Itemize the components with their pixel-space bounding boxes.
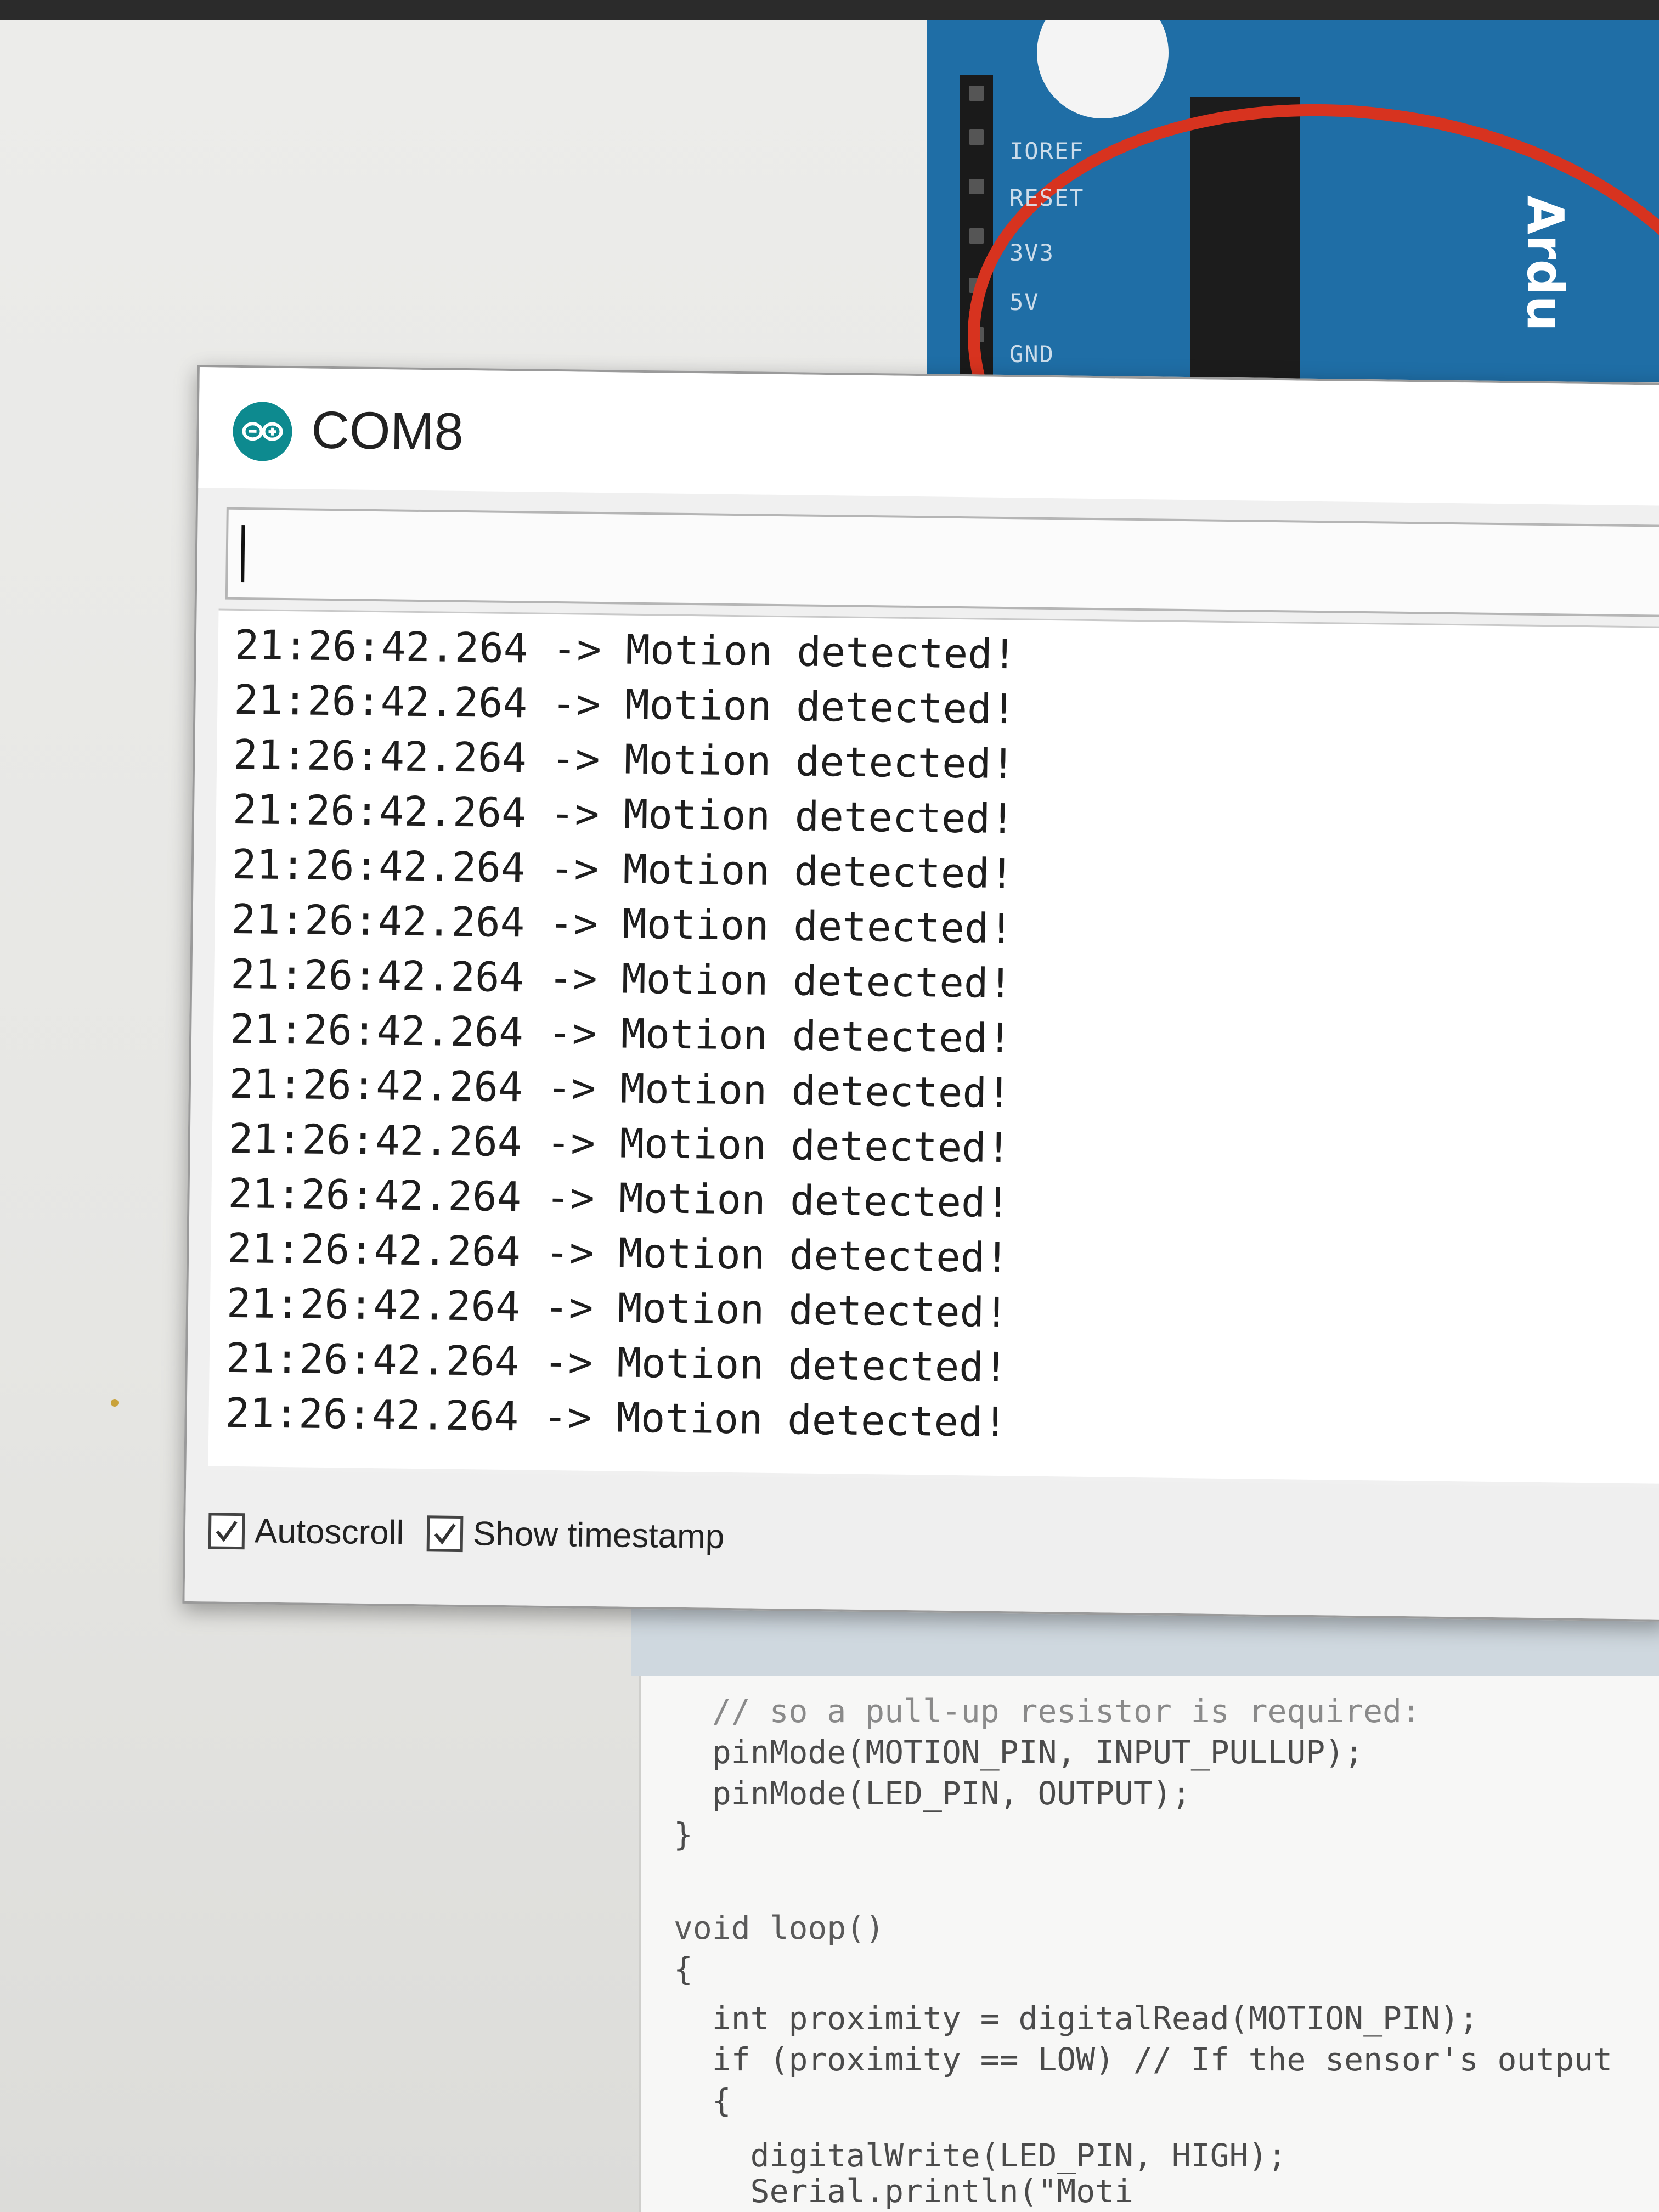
code-line: int proximity = digitalRead(MOTION_PIN);	[674, 2000, 1479, 2037]
monitor-bezel	[0, 0, 1659, 20]
serial-output-line: 21:26:42.264 -> Motion detected!	[234, 621, 1017, 679]
serial-output-line: 21:26:42.264 -> Motion detected!	[234, 676, 1017, 733]
capacitor-graphic	[1037, 20, 1169, 119]
autoscroll-label: Autoscroll	[254, 1512, 404, 1552]
checkmark-icon	[434, 1523, 456, 1545]
stray-dot	[111, 1399, 119, 1407]
code-editor[interactable]: // so a pull-up resistor is required: pi…	[639, 1676, 1659, 2212]
header-pin	[969, 129, 984, 145]
code-line: pinMode(LED_PIN, OUTPUT);	[674, 1775, 1191, 1812]
pin-label-5v: 5V	[1009, 289, 1040, 315]
show-timestamp-checkbox[interactable]	[426, 1515, 464, 1552]
code-line: }	[674, 1816, 693, 1853]
serial-output-line: 21:26:42.264 -> Motion detected!	[228, 1170, 1011, 1227]
code-line: Serial.println("Moti	[674, 2172, 1134, 2210]
header-pin	[969, 179, 984, 194]
autoscroll-checkbox[interactable]	[208, 1512, 245, 1549]
serial-output-line: 21:26:42.264 -> Motion detected!	[232, 840, 1014, 898]
serial-output-line: 21:26:42.264 -> Motion detected!	[231, 895, 1014, 953]
serial-output-line: 21:26:42.264 -> Motion detected!	[227, 1224, 1010, 1282]
pin-label-gnd: GND	[1009, 341, 1054, 368]
board-brand-text: Ardu	[1516, 195, 1575, 331]
code-line: // so a pull-up resistor is required:	[674, 1692, 1421, 1730]
code-line: pinMode(MOTION_PIN, INPUT_PULLUP);	[674, 1734, 1364, 1771]
serial-output-line: 21:26:42.264 -> Motion detected!	[232, 786, 1015, 843]
serial-output-line: 21:26:42.264 -> Motion detected!	[225, 1389, 1008, 1447]
serial-output-area[interactable]: 21:26:42.264 -> Motion detected! 21:26:42…	[208, 608, 1659, 1485]
serial-output-line: 21:26:42.264 -> Motion detected!	[233, 731, 1016, 788]
serial-input-field[interactable]	[225, 507, 1659, 618]
code-line: digitalWrite(LED_PIN, HIGH);	[674, 2137, 1287, 2174]
code-line: {	[674, 2082, 731, 2119]
arduino-logo-icon	[232, 401, 293, 462]
serial-monitor-window: COM8 21:26:42.264 -> Motion detected! 21:…	[182, 365, 1659, 1622]
checkmark-icon	[216, 1520, 238, 1542]
show-timestamp-label: Show timestamp	[472, 1515, 725, 1556]
header-pin	[969, 86, 984, 101]
code-line: void loop()	[674, 1909, 885, 1946]
timestamp-option[interactable]: Show timestamp	[426, 1514, 725, 1556]
window-title: COM8	[311, 400, 464, 461]
pin-label-reset: RESET	[1009, 184, 1085, 211]
autoscroll-option[interactable]: Autoscroll	[208, 1511, 404, 1552]
serial-output-line: 21:26:42.264 -> Motion detected!	[226, 1279, 1009, 1337]
header-pin	[969, 228, 984, 244]
title-bar: COM8	[198, 367, 1659, 506]
serial-output-line: 21:26:42.264 -> Motion detected!	[228, 1115, 1011, 1172]
serial-output-line: 21:26:42.264 -> Motion detected!	[229, 1060, 1012, 1118]
text-caret	[241, 525, 245, 583]
arduino-board-image: IOREF RESET 3V3 5V GND Ardu	[927, 20, 1659, 382]
serial-output-line: 21:26:42.264 -> Motion detected!	[225, 1334, 1008, 1392]
serial-output-line: 21:26:42.264 -> Motion detected!	[229, 1005, 1013, 1063]
code-line: if (proximity == LOW) // If the sensor's…	[674, 2041, 1613, 2078]
pin-label-3v3: 3V3	[1009, 239, 1054, 266]
code-line: {	[674, 1950, 693, 1988]
pin-label-ioref: IOREF	[1009, 138, 1085, 165]
serial-output-line: 21:26:42.264 -> Motion detected!	[230, 950, 1013, 1008]
options-bar: Autoscroll Show timestamp	[184, 1469, 1659, 1620]
